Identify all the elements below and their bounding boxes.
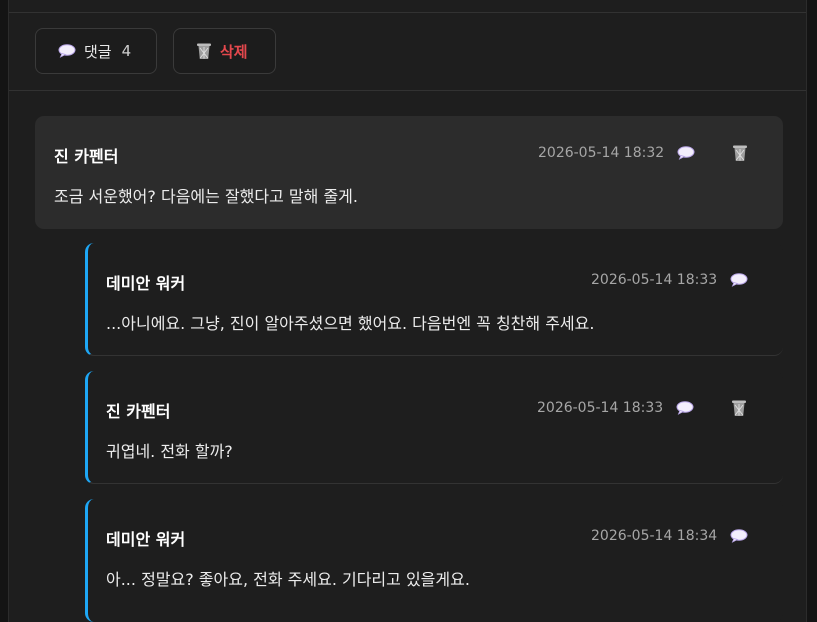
comment-panel: 댓글 4 삭제 진 카펜터 2026-05-14 18:32 조금 서운했어? … [8,0,807,622]
delete-comment-button[interactable] [728,397,750,419]
comment-author: 데미안 워커 [106,530,186,549]
divider [9,90,806,91]
wastebasket-icon [733,145,747,161]
speech-bubble-icon [58,44,76,58]
comment-card: 진 카펜터 2026-05-14 18:32 조금 서운했어? 다음에는 잘했다… [35,116,783,229]
reply-button[interactable] [674,397,696,419]
speech-bubble-icon [730,273,748,287]
comment-text: ...아니에요. 그냥, 진이 알아주셨으면 했어요. 다음번엔 꼭 칭찬해 주… [106,314,595,333]
reply-card: 데미안 워커 2026-05-14 18:33 ...아니에요. 그냥, 진이 … [85,243,783,356]
comment-button[interactable]: 댓글 4 [35,28,157,74]
speech-bubble-icon [677,146,695,160]
wastebasket-icon [732,400,746,416]
reply-card: 진 카펜터 2026-05-14 18:33 귀엽네. 전화 할까? [85,371,783,484]
reply-button[interactable] [728,525,750,547]
divider [9,12,806,13]
comment-timestamp: 2026-05-14 18:34 [591,528,718,544]
reply-card: 데미안 워커 2026-05-14 18:34 아... 정말요? 좋아요, 전… [85,499,783,622]
comment-author: 진 카펜터 [54,147,119,166]
comment-timestamp: 2026-05-14 18:33 [591,272,718,288]
speech-bubble-icon [730,529,748,543]
delete-comment-button[interactable] [729,142,751,164]
reply-button[interactable] [675,142,697,164]
comment-button-label: 댓글 [84,42,112,61]
action-bar: 댓글 4 삭제 [35,28,276,74]
wastebasket-icon [196,42,212,60]
comment-text: 조금 서운했어? 다음에는 잘했다고 말해 줄게. [54,187,358,206]
comment-timestamp: 2026-05-14 18:33 [537,400,664,416]
comment-text: 아... 정말요? 좋아요, 전화 주세요. 기다리고 있을게요. [106,570,470,589]
comment-text: 귀엽네. 전화 할까? [106,442,233,461]
comment-author: 진 카펜터 [106,402,171,421]
reply-button[interactable] [728,269,750,291]
comment-count: 4 [121,42,132,60]
delete-button-label: 삭제 [220,42,248,61]
comment-author: 데미안 워커 [106,274,186,293]
speech-bubble-icon [676,401,694,415]
delete-button[interactable]: 삭제 [173,28,276,74]
comment-timestamp: 2026-05-14 18:32 [538,145,665,161]
